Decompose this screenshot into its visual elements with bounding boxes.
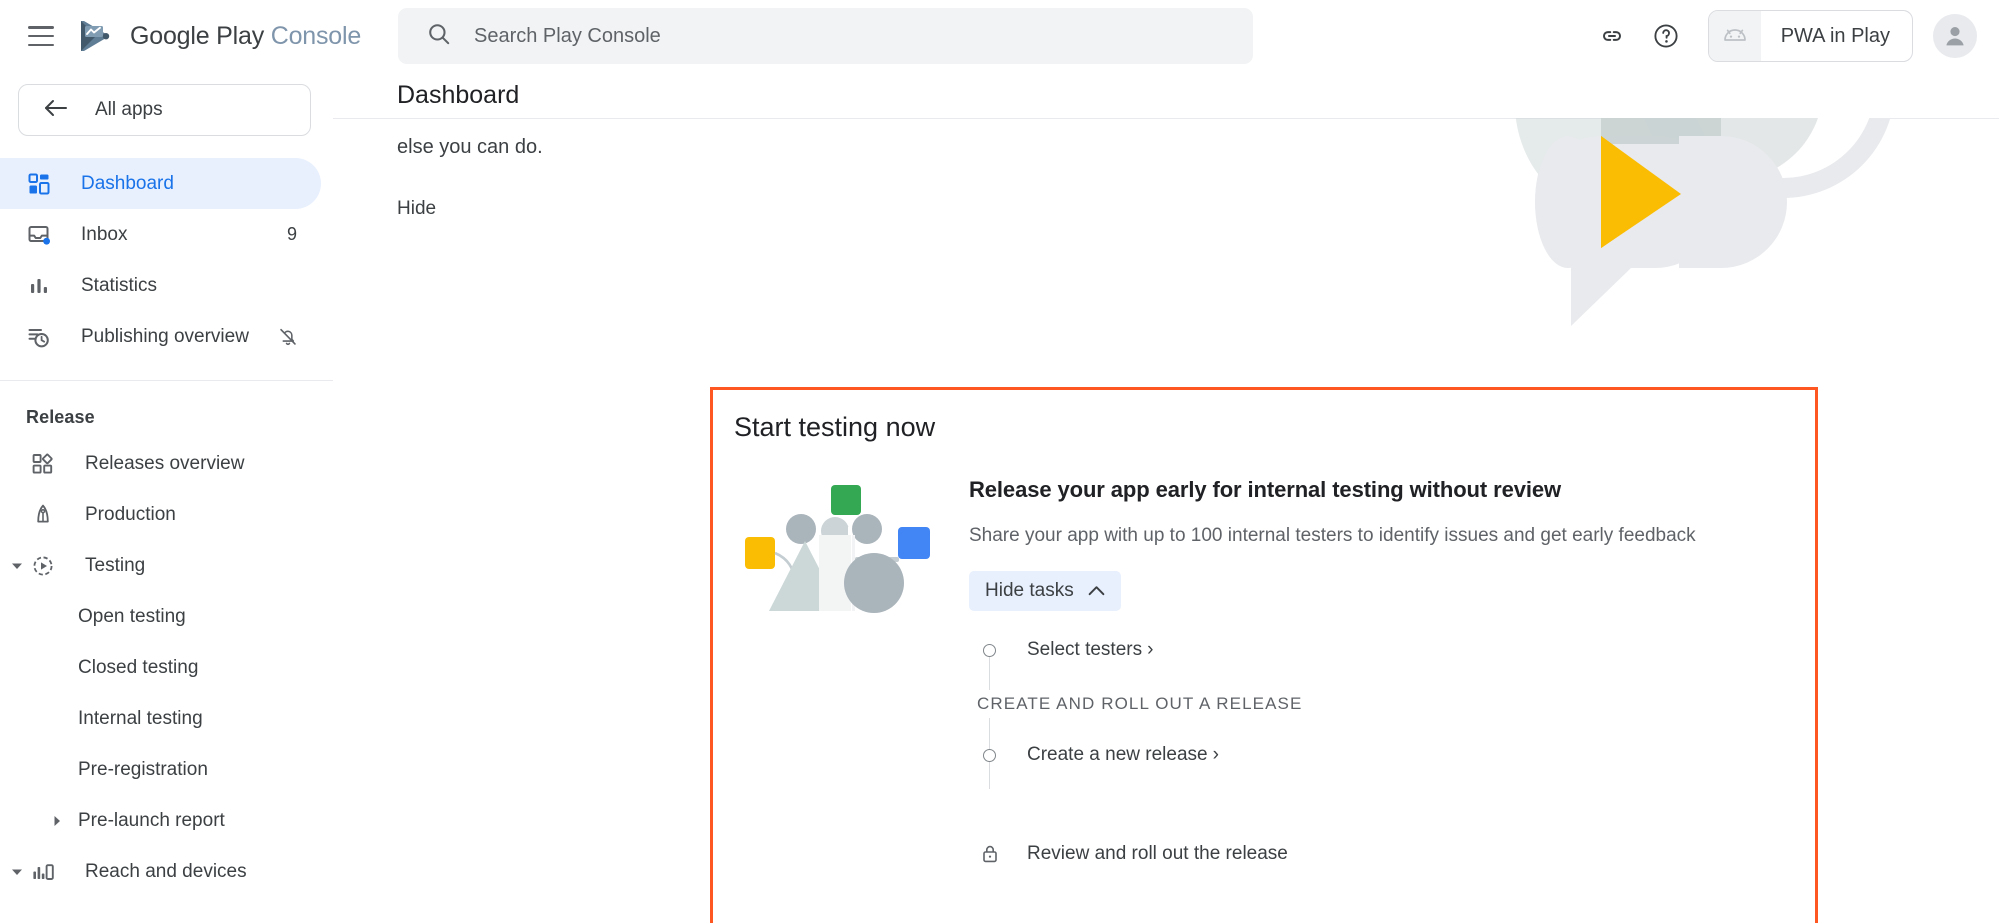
task-label[interactable]: Create a new release <box>1027 744 1208 766</box>
page-title-bar: Dashboard <box>333 72 1999 118</box>
dashboard-scroll-area[interactable]: else you can do. Hide Start testing now <box>333 118 1999 923</box>
reach-devices-icon <box>30 860 56 884</box>
task-label: Review and roll out the release <box>1027 843 1288 865</box>
sidebar-item-statistics[interactable]: Statistics <box>0 260 321 311</box>
start-testing-card: Start testing now <box>710 387 1818 923</box>
primary-nav-list: Dashboard Inbox 9 Statistics <box>0 158 333 897</box>
hide-tasks-label: Hide tasks <box>985 580 1074 602</box>
chevron-right-icon: › <box>1147 639 1153 661</box>
sidebar-item-releases-overview[interactable]: Releases overview <box>0 438 321 489</box>
inbox-unread-badge: 9 <box>287 224 305 245</box>
sidebar-item-label: Production <box>85 504 176 526</box>
task-section-label: CREATE AND ROLL OUT A RELEASE <box>977 690 1696 718</box>
search-bar[interactable] <box>398 8 1253 64</box>
chevron-down-icon[interactable] <box>4 559 30 573</box>
sidebar-item-label: Open testing <box>78 606 186 628</box>
sidebar-item-label: Internal testing <box>78 708 203 730</box>
card-heading: Release your app early for internal test… <box>969 477 1696 503</box>
dashboard-grid-icon <box>26 172 52 196</box>
search-input[interactable] <box>474 25 1154 48</box>
sidebar-navigation: All apps Dashboard Inbo <box>0 72 333 923</box>
card-title: Start testing now <box>734 412 1815 443</box>
top-app-bar: Google Play Console <box>0 0 1999 72</box>
sidebar-item-pre-registration[interactable]: Pre-registration <box>0 744 321 795</box>
task-circle-icon <box>977 644 1002 657</box>
sidebar-item-label: Closed testing <box>78 657 198 679</box>
notifications-off-icon[interactable] <box>277 326 305 348</box>
task-circle-icon <box>977 749 1002 762</box>
task-checklist: Select testers › CREATE AND ROLL OUT A R… <box>977 635 1696 869</box>
sidebar-item-pre-launch-report[interactable]: Pre-launch report <box>0 795 321 846</box>
task-row: Review and roll out the release <box>977 839 1696 869</box>
sidebar-item-production[interactable]: Production <box>0 489 321 540</box>
link-icon[interactable] <box>1588 12 1636 60</box>
card-body: Release your app early for internal test… <box>713 477 1815 869</box>
search-icon <box>426 21 452 52</box>
page-title: Dashboard <box>397 81 519 110</box>
brand-secondary-text: Console <box>271 22 361 50</box>
card-main: Release your app early for internal test… <box>969 477 1696 869</box>
app-selector-chip[interactable]: PWA in Play <box>1708 10 1913 62</box>
brand-logo-group[interactable]: Google Play Console <box>76 19 361 53</box>
sidebar-item-label: Publishing overview <box>81 326 249 348</box>
sidebar-item-label: Inbox <box>81 224 127 246</box>
app-selector-label: PWA in Play <box>1781 25 1890 48</box>
sidebar-item-inbox[interactable]: Inbox 9 <box>0 209 321 260</box>
hamburger-menu-icon[interactable] <box>28 26 54 46</box>
sidebar-item-reach-and-devices[interactable]: Reach and devices <box>0 846 321 897</box>
sidebar-item-label: Pre-registration <box>78 759 208 781</box>
sidebar-item-label: Statistics <box>81 275 157 297</box>
card-subtitle: Share your app with up to 100 internal t… <box>969 525 1696 547</box>
sidebar-section-release: Release <box>0 381 333 438</box>
testing-illustration <box>743 477 943 869</box>
sidebar-item-label: Testing <box>85 555 145 577</box>
lock-icon <box>977 844 1002 864</box>
android-robot-icon <box>1709 11 1761 61</box>
task-row[interactable]: Create a new release › <box>977 740 1696 770</box>
google-play-console-logo <box>76 19 116 53</box>
brand-title: Google Play Console <box>130 22 361 51</box>
chevron-right-icon[interactable] <box>0 814 78 828</box>
all-apps-button[interactable]: All apps <box>18 84 311 136</box>
task-label[interactable]: Select testers <box>1027 639 1142 661</box>
hero-truncated-text: else you can do. <box>397 136 543 159</box>
testing-play-icon <box>30 554 56 578</box>
rocket-icon <box>30 503 56 527</box>
sidebar-item-label: Pre-launch report <box>78 810 225 832</box>
hero-hide-link[interactable]: Hide <box>397 198 436 220</box>
chevron-up-icon <box>1088 580 1105 602</box>
all-apps-label: All apps <box>95 99 163 121</box>
bar-chart-icon <box>26 274 52 298</box>
hide-tasks-button[interactable]: Hide tasks <box>969 571 1121 611</box>
sidebar-item-publishing-overview[interactable]: Publishing overview <box>0 311 321 362</box>
sidebar-item-label: Reach and devices <box>85 861 247 883</box>
arrow-left-icon <box>43 97 69 124</box>
hero-decorative-illustration <box>1483 118 1903 361</box>
onboarding-hero-banner: else you can do. Hide <box>333 118 1999 392</box>
account-avatar-icon[interactable] <box>1933 14 1977 58</box>
main-content: Dashboard <box>333 72 1999 923</box>
sidebar-item-label: Releases overview <box>85 453 244 475</box>
inbox-icon <box>26 223 52 247</box>
chevron-down-icon[interactable] <box>4 865 30 879</box>
brand-primary-text: Google Play <box>130 22 264 50</box>
appbar-actions: PWA in Play <box>1588 0 1977 72</box>
sidebar-item-dashboard[interactable]: Dashboard <box>0 158 321 209</box>
sidebar-item-testing[interactable]: Testing <box>0 540 321 591</box>
sidebar-item-label: Dashboard <box>81 173 174 195</box>
sidebar-item-internal-testing[interactable]: Internal testing <box>0 693 321 744</box>
task-row[interactable]: Select testers › <box>977 635 1696 665</box>
sidebar-item-closed-testing[interactable]: Closed testing <box>0 642 321 693</box>
releases-overview-icon <box>30 452 56 476</box>
sidebar-item-open-testing[interactable]: Open testing <box>0 591 321 642</box>
publishing-clock-icon <box>26 325 52 349</box>
chevron-right-icon: › <box>1213 744 1219 766</box>
help-circle-icon[interactable] <box>1642 12 1690 60</box>
